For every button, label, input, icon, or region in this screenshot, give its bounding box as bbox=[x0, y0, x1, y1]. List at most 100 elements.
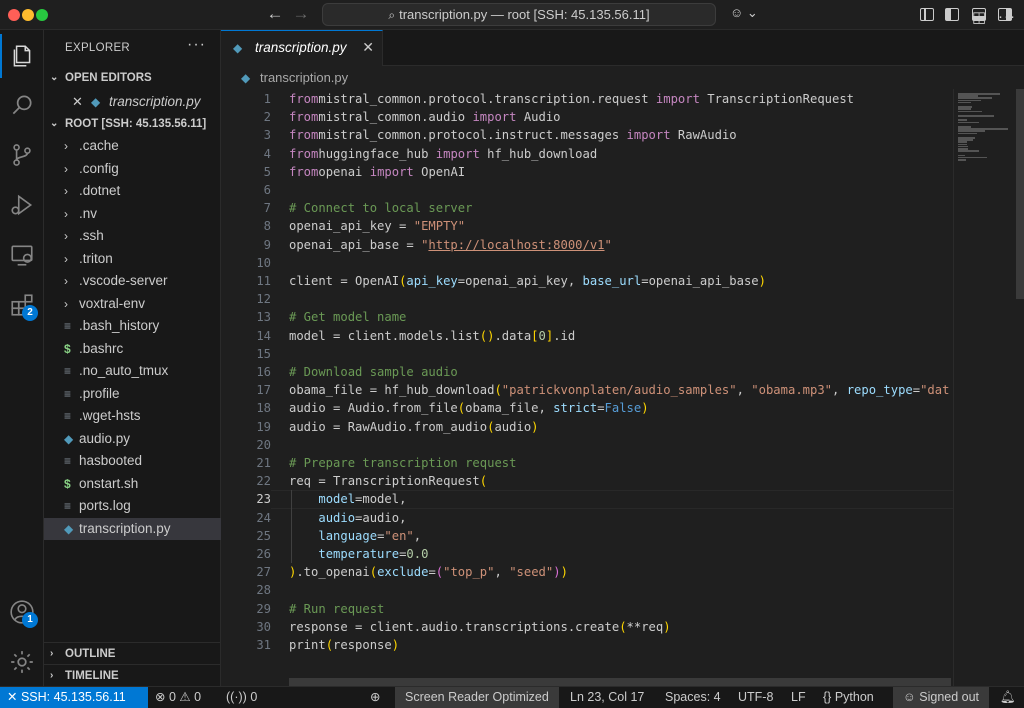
outline-header[interactable]: › OUTLINE bbox=[44, 642, 221, 664]
code-token: from bbox=[289, 164, 319, 179]
open-editor-item[interactable]: ✕ ◆ transcription.py bbox=[44, 91, 221, 113]
line-number: 16 bbox=[256, 365, 271, 379]
toggle-primary-sidebar-icon[interactable] bbox=[945, 8, 959, 21]
code-token: ) bbox=[663, 619, 671, 634]
code-token: import bbox=[369, 164, 414, 179]
code-token: repo_type bbox=[846, 383, 913, 398]
tree-file[interactable]: $ .bashrc bbox=[44, 338, 221, 361]
tree-item-label: voxtral-env bbox=[79, 295, 146, 311]
code-token: ) bbox=[560, 565, 568, 580]
code-token: response = client.audio.transcriptions.c… bbox=[289, 619, 620, 634]
root-folder-header[interactable]: ⌄ ROOT [SSH: 45.135.56.11] bbox=[44, 113, 221, 135]
tree-folder[interactable]: › .nv bbox=[44, 203, 221, 226]
arrow-right-icon[interactable]: → bbox=[290, 4, 312, 24]
vertical-scrollbar[interactable] bbox=[1016, 89, 1024, 299]
horizontal-scrollbar[interactable] bbox=[289, 678, 951, 686]
tree-item-label: transcription.py bbox=[79, 520, 171, 536]
warning-icon: ⚠ bbox=[179, 690, 191, 704]
code-line: language="en", bbox=[289, 527, 421, 545]
code-token: Audio bbox=[516, 110, 561, 125]
code-token: temperature bbox=[318, 547, 400, 561]
tree-folder[interactable]: › .triton bbox=[44, 248, 221, 271]
timeline-header[interactable]: › TIMELINE bbox=[44, 664, 221, 686]
more-actions-icon[interactable]: ··· bbox=[998, 8, 1016, 25]
code-token: client = OpenAI bbox=[289, 274, 400, 288]
account-status[interactable]: ☺ Signed out bbox=[893, 687, 990, 708]
tree-file[interactable]: ≡ .bash_history bbox=[44, 315, 221, 338]
tree-folder[interactable]: › .vscode-server bbox=[44, 270, 221, 293]
minimap[interactable] bbox=[953, 89, 1013, 686]
editor-tabs: ◆ transcription.py ✕ bbox=[221, 30, 1024, 66]
tree-file[interactable]: ≡ .no_auto_tmux bbox=[44, 360, 221, 383]
tree-item-label: hasbooted bbox=[79, 453, 143, 468]
tree-item-label: .triton bbox=[79, 250, 113, 266]
code-token: import bbox=[655, 92, 700, 106]
language-indicator[interactable]: {} Python bbox=[823, 687, 874, 708]
tree-item-label: .nv bbox=[79, 205, 98, 221]
remote-indicator[interactable]: ✕ SSH: 45.135.56.11 bbox=[0, 687, 148, 708]
tab-transcription-py[interactable]: ◆ transcription.py ✕ bbox=[221, 30, 383, 66]
sidebar-title: EXPLORER bbox=[65, 42, 131, 54]
zoom-icon[interactable]: ⊕ bbox=[370, 687, 380, 708]
remote-explorer-icon[interactable] bbox=[0, 233, 44, 277]
line-number: 27 bbox=[256, 565, 271, 580]
tree-folder[interactable]: › .ssh bbox=[44, 225, 221, 248]
arrow-left-icon[interactable]: ← bbox=[264, 4, 286, 24]
tree-folder[interactable]: › .cache bbox=[44, 135, 221, 158]
customize-layout-icon[interactable] bbox=[920, 8, 934, 21]
close-icon[interactable]: ✕ bbox=[72, 91, 83, 113]
tree-folder[interactable]: › voxtral-env bbox=[44, 293, 221, 316]
search-icon[interactable] bbox=[0, 83, 44, 127]
screen-reader-indicator[interactable]: Screen Reader Optimized bbox=[395, 687, 559, 708]
tree-file[interactable]: ◆ transcription.py bbox=[44, 517, 221, 540]
tree-file[interactable]: ≡ ports.log bbox=[44, 495, 221, 518]
close-window-button[interactable] bbox=[8, 9, 20, 21]
eol-indicator[interactable]: LF bbox=[791, 687, 806, 708]
source-control-icon[interactable] bbox=[0, 133, 44, 177]
code-line: # Get model name bbox=[289, 308, 406, 326]
split-editor-icon[interactable]: ◫ bbox=[972, 8, 986, 26]
files-icon[interactable] bbox=[0, 34, 44, 78]
command-center[interactable]: ⌕ transcription.py — root [SSH: 45.135.56… bbox=[322, 3, 716, 26]
encoding-indicator[interactable]: UTF-8 bbox=[738, 687, 773, 708]
tree-folder[interactable]: › .dotnet bbox=[44, 180, 221, 203]
open-editors-header[interactable]: ⌄ OPEN EDITORS bbox=[44, 67, 221, 89]
tree-file[interactable]: ≡ .wget-hsts bbox=[44, 405, 221, 428]
indentation-indicator[interactable]: Spaces: 4 bbox=[665, 687, 721, 708]
tree-item-label: .bashrc bbox=[79, 340, 124, 356]
code-token: =openai_api_base bbox=[641, 274, 759, 288]
cursor-position[interactable]: Ln 23, Col 17 bbox=[570, 687, 644, 708]
bell-icon[interactable]: 🔔︎ bbox=[1000, 687, 1016, 708]
close-icon[interactable]: ✕ bbox=[362, 39, 374, 56]
tree-file[interactable]: ≡ hasbooted bbox=[44, 450, 221, 473]
code-token: ) bbox=[531, 419, 539, 434]
code-token: ) bbox=[758, 274, 766, 288]
code-token: ) bbox=[391, 638, 400, 652]
code-editor[interactable]: 1 2 3 4 5 6 7 8 9 10 11 12 13 14 15 16 17 18 19 20 21 22 23 24 2… bbox=[221, 89, 953, 686]
tree-folder[interactable]: › .config bbox=[44, 158, 221, 181]
tree-file[interactable]: ◆ audio.py bbox=[44, 428, 221, 451]
gear-icon[interactable] bbox=[0, 640, 44, 684]
code-token: "top_p" bbox=[443, 565, 495, 580]
python-file-icon: ◆ bbox=[241, 71, 251, 85]
ports-indicator[interactable]: ((·)) 0 bbox=[226, 687, 257, 708]
tree-file[interactable]: ≡ .profile bbox=[44, 383, 221, 406]
run-debug-icon[interactable] bbox=[0, 183, 44, 227]
account-icon[interactable]: 1 bbox=[0, 590, 44, 634]
code-line: obama_file = hf_hub_download("patrickvon… bbox=[289, 381, 949, 399]
chevron-right-icon: › bbox=[64, 274, 68, 288]
tree-file[interactable]: $ onstart.sh bbox=[44, 473, 221, 496]
maximize-window-button[interactable] bbox=[36, 9, 48, 21]
problems-indicator[interactable]: ⊗ 0 ⚠ 0 bbox=[155, 687, 201, 708]
more-actions-icon[interactable]: ··· bbox=[187, 36, 206, 54]
tree-item-label: .vscode-server bbox=[79, 273, 168, 288]
code-line: audio = RawAudio.from_audio(audio) bbox=[289, 418, 539, 436]
chevron-right-icon: › bbox=[64, 251, 68, 266]
extensions-icon[interactable]: 2 bbox=[0, 283, 44, 327]
copilot-icon[interactable]: ☺ ⌄ bbox=[730, 5, 758, 21]
minimap-line bbox=[958, 101, 972, 104]
code-token: model = client.models.list bbox=[289, 328, 480, 343]
minimize-window-button[interactable] bbox=[22, 9, 34, 21]
